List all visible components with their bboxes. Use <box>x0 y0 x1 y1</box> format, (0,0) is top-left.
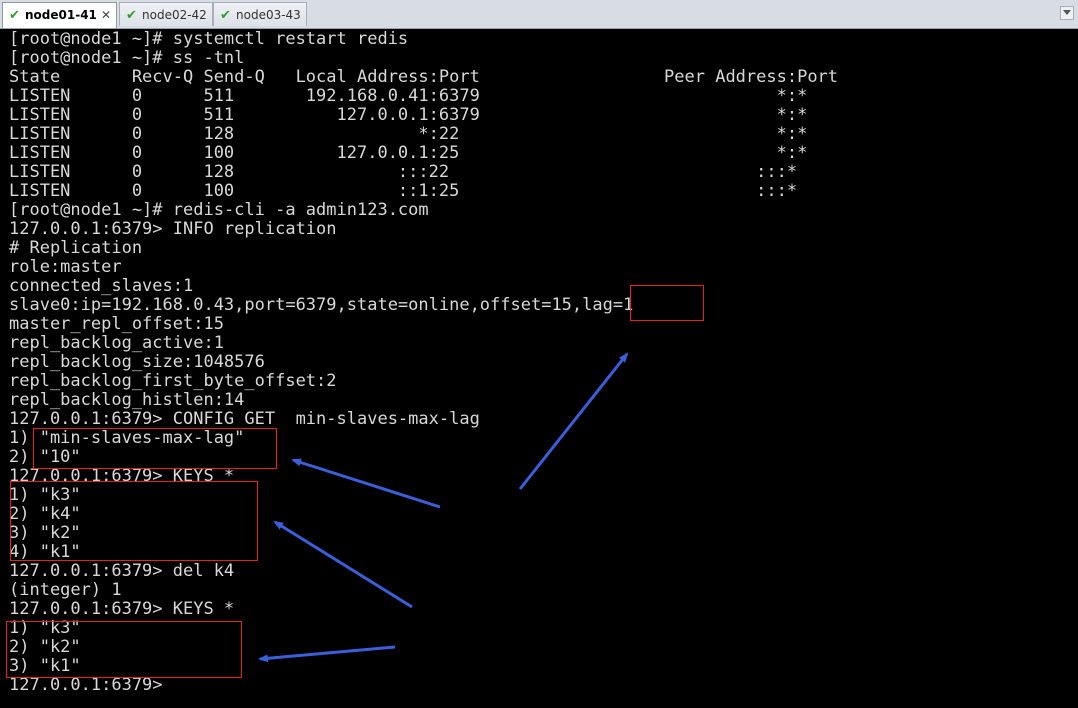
terminal-line: (integer) 1 <box>9 580 122 600</box>
terminal-line: LISTEN 0 128 *:22 *:* <box>9 124 808 144</box>
highlight-box-keys-before <box>10 481 258 561</box>
terminal-line: repl_backlog_size:1048576 <box>9 352 265 372</box>
terminal-line: [root@node1 ~]# redis-cli -a admin123.co… <box>9 200 429 220</box>
check-icon: ✔ <box>220 8 231 23</box>
terminal-line: connected_slaves:1 <box>9 276 194 296</box>
terminal-line: role:master <box>9 257 122 277</box>
terminal-line: 127.0.0.1:6379> del k4 <box>9 561 235 581</box>
terminal-line: LISTEN 0 100 127.0.0.1:25 *:* <box>9 143 808 163</box>
terminal-line: 127.0.0.1:6379> INFO replication <box>9 219 337 239</box>
terminal-line: repl_backlog_first_byte_offset:2 <box>9 371 337 391</box>
session-tab-bar: ✔ node01-41 ✕ ✔ node02-42 ✔ node03-43 <box>0 0 1078 29</box>
terminal-line: # Replication <box>9 238 143 258</box>
terminal-line: LISTEN 0 511 127.0.0.1:6379 *:* <box>9 105 808 125</box>
terminal-line: 127.0.0.1:6379> CONFIG GET min-slaves-ma… <box>9 409 480 429</box>
terminal-output: [root@node1 ~]# systemctl restart redis[… <box>9 30 838 695</box>
terminal-line: 127.0.0.1:6379> KEYS * <box>9 599 235 619</box>
close-icon[interactable]: ✕ <box>101 3 111 27</box>
terminal-line: [root@node1 ~]# ss -tnl <box>9 48 245 68</box>
terminal-line: master_repl_offset:15 <box>9 314 224 334</box>
terminal-line: slave0:ip=192.168.0.43,port=6379,state=o… <box>9 295 634 315</box>
check-icon: ✔ <box>9 8 20 23</box>
tab-node03-43[interactable]: ✔ node03-43 <box>213 2 307 26</box>
terminal-line: repl_backlog_active:1 <box>9 333 224 353</box>
tab-label: node01-41 <box>25 8 97 22</box>
highlight-box-config <box>33 428 277 469</box>
tab-node01-41[interactable]: ✔ node01-41 ✕ <box>2 2 117 28</box>
terminal-line: LISTEN 0 100 ::1:25 :::* <box>9 181 798 201</box>
terminal-line: repl_backlog_histlen:14 <box>9 390 245 410</box>
check-icon: ✔ <box>126 8 137 23</box>
highlight-box-lag <box>630 285 704 321</box>
tab-label: node03-43 <box>236 8 301 22</box>
tab-node02-42[interactable]: ✔ node02-42 <box>119 2 213 26</box>
dropdown-arrow-icon <box>1063 10 1071 15</box>
terminal-pane[interactable]: [root@node1 ~]# systemctl restart redis[… <box>0 29 1078 708</box>
tab-overflow-button[interactable] <box>1060 6 1074 20</box>
terminal-line: LISTEN 0 511 192.168.0.41:6379 *:* <box>9 86 808 106</box>
highlight-box-keys-after <box>6 621 242 678</box>
terminal-line: State Recv-Q Send-Q Local Address:Port P… <box>9 67 839 87</box>
terminal-line: 127.0.0.1:6379> <box>9 675 173 695</box>
tab-label: node02-42 <box>142 8 207 22</box>
terminal-line: [root@node1 ~]# systemctl restart redis <box>9 29 409 49</box>
terminal-line: LISTEN 0 128 :::22 :::* <box>9 162 798 182</box>
